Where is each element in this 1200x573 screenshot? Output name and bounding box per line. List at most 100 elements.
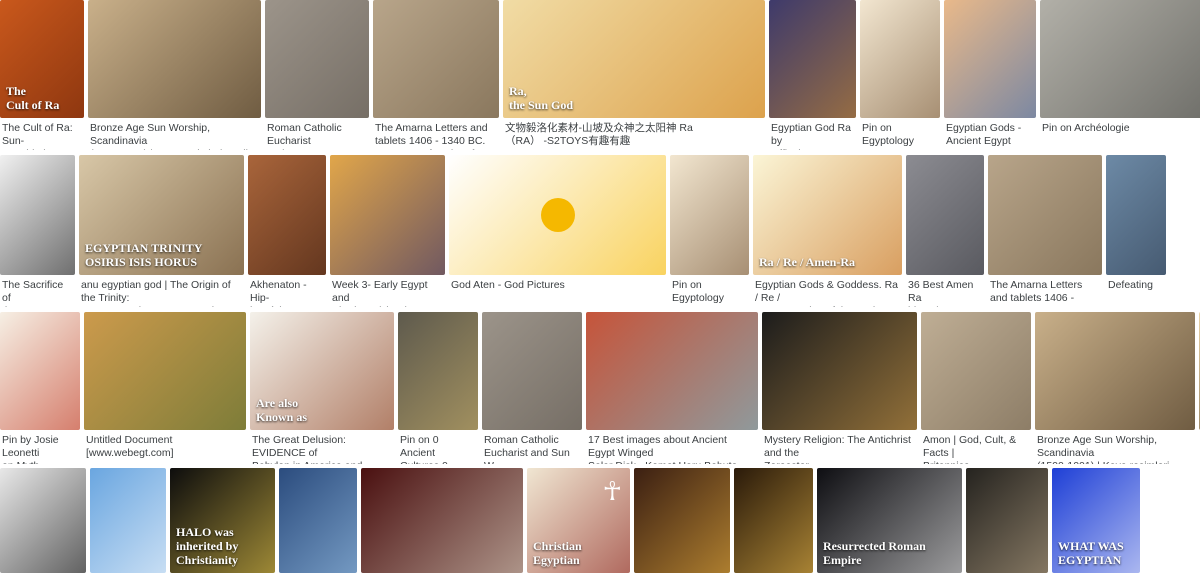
thumbnail-image[interactable] <box>398 312 478 430</box>
result-card-god-aten[interactable]: God Aten - God Pictures <box>449 155 666 307</box>
thumbnail-image[interactable]: HALO was inherited by Christianity <box>170 468 275 573</box>
result-caption[interactable]: Egyptian Gods & Goddess. Ra / Re /Amen-R… <box>755 279 898 307</box>
result-card-bronze-age-sun-worship-2[interactable]: Bronze Age Sun Worship, Scandinavia(1500… <box>1035 312 1195 464</box>
result-card-amarna-letters[interactable]: The Amarna Letters and tablets 1406 - 13… <box>373 0 499 150</box>
result-caption[interactable]: Egyptian Gods - Ancient Egypt <box>946 122 1032 148</box>
result-caption[interactable]: Roman Catholic Eucharistand Sun Wo... <box>267 122 365 150</box>
thumbnail-image[interactable] <box>762 312 917 430</box>
result-card-mystery-religion[interactable]: Mystery Religion: The Antichrist and the… <box>762 312 917 464</box>
result-caption[interactable]: Roman CatholicEucharist and Sun W... <box>484 434 578 464</box>
result-card-pin-on-egyptology-2[interactable]: Pin on Egyptology <box>670 155 749 307</box>
result-card-monstrance-2[interactable] <box>734 468 813 573</box>
result-card-roman-catholic-eucharist-2[interactable]: Roman CatholicEucharist and Sun W... <box>482 312 582 464</box>
result-card-egyptian-god-ra[interactable]: Egyptian God Ra byOfficalROTP, P... <box>769 0 856 150</box>
result-card-resurrected-roman-empire[interactable]: Resurrected Roman Empire <box>817 468 962 573</box>
thumbnail-image[interactable] <box>1040 0 1200 118</box>
result-caption[interactable]: The Amarna Letters and tablets 1406 - 13… <box>990 279 1098 307</box>
result-card-christian-egyptian[interactable]: ☥ Christian Egyptian <box>527 468 630 573</box>
thumbnail-image[interactable] <box>906 155 984 275</box>
result-caption[interactable]: Pin on 0 AncientCultures 0 <box>400 434 474 464</box>
result-card-pin-on-egyptology-1[interactable]: Pin on Egyptology <box>860 0 940 150</box>
thumbnail-image[interactable] <box>1035 312 1195 430</box>
result-card-egyptian-gods-ancient[interactable]: Egyptian Gods - Ancient Egypt <box>944 0 1036 150</box>
thumbnail-image[interactable] <box>330 155 445 275</box>
result-card-halo-inherited[interactable]: HALO was inherited by Christianity <box>170 468 275 573</box>
result-card-amon-god-cult[interactable]: Amon | God, Cult, & Facts |Britannica <box>921 312 1031 464</box>
thumbnail-image[interactable] <box>634 468 730 573</box>
thumbnail-image[interactable] <box>0 312 80 430</box>
result-card-great-delusion[interactable]: Are also Known as The Great Delusion: EVI… <box>250 312 394 464</box>
result-caption[interactable]: Pin on Egyptology <box>672 279 745 305</box>
thumbnail-image[interactable] <box>248 155 326 275</box>
thumbnail-image[interactable] <box>1106 155 1166 275</box>
thumbnail-image[interactable] <box>966 468 1048 573</box>
result-card-sacrifice-of-mass[interactable]: The Sacrifice ofthe Mass <box>0 155 75 307</box>
thumbnail-image[interactable] <box>0 468 86 573</box>
thumbnail-image[interactable] <box>988 155 1102 275</box>
thumbnail-image[interactable] <box>734 468 813 573</box>
result-card-amen-ra-ideas[interactable]: 36 Best Amen Raideas | amen ra... <box>906 155 984 307</box>
result-card-akhenaton[interactable]: Akhenaton - Hip-hop à l'Ins... <box>248 155 326 307</box>
result-caption[interactable]: The Sacrifice ofthe Mass <box>2 279 71 307</box>
result-caption[interactable]: The Amarna Letters and tablets 1406 - 13… <box>375 122 495 150</box>
result-caption[interactable]: Amon | God, Cult, & Facts |Britannica <box>923 434 1027 464</box>
thumbnail-image[interactable] <box>90 468 166 573</box>
result-caption[interactable]: The Cult of Ra: Sun-Worship in Ancie... <box>2 122 80 150</box>
thumbnail-image[interactable] <box>265 0 369 118</box>
thumbnail-image[interactable] <box>921 312 1031 430</box>
result-card-amarna-letters-2[interactable]: The Amarna Letters and tablets 1406 - 13… <box>988 155 1102 307</box>
result-caption[interactable]: 文物毅洛化素材-山坡及众神之太阳神 Ra （RA） -S2TOYS有趣有趣 <box>505 122 761 148</box>
result-card-monstrance-1[interactable] <box>634 468 730 573</box>
result-card-sun-disc-mary[interactable] <box>361 468 523 573</box>
result-card-bronze-age-sun-worship[interactable]: Bronze Age Sun Worship, Scandinavia(1500… <box>88 0 261 150</box>
result-caption[interactable]: Akhenaton - Hip-hop à l'Ins... <box>250 279 322 307</box>
result-caption[interactable]: Untitled Document [www.webegt.com] <box>86 434 242 460</box>
result-caption[interactable]: Bronze Age Sun Worship, Scandinavia(1500… <box>90 122 257 150</box>
thumbnail-image[interactable]: Are also Known as <box>250 312 394 430</box>
thumbnail-image[interactable] <box>373 0 499 118</box>
result-caption[interactable]: Pin by Josie Leonettion Myth... <box>2 434 76 464</box>
result-card-what-was-egyptian[interactable]: WHAT WAS EGYPTIAN <box>1052 468 1140 573</box>
result-card-blue-pharaoh[interactable] <box>90 468 166 573</box>
result-card-ancient-cultures[interactable]: Pin on 0 AncientCultures 0 <box>398 312 478 464</box>
thumbnail-image[interactable] <box>88 0 261 118</box>
result-card-winged-solar-disk[interactable]: 17 Best images about Ancient Egypt Winge… <box>586 312 758 464</box>
thumbnail-image[interactable] <box>449 155 666 275</box>
result-card-ra-sun-god[interactable]: Ra, the Sun God 文物毅洛化素材-山坡及众神之太阳神 Ra （RA） … <box>503 0 765 150</box>
result-card-ra-amen-ra[interactable]: Ra / Re / Amen-Ra Egyptian Gods & Goddess… <box>753 155 902 307</box>
thumbnail-image[interactable]: EGYPTIAN TRINITY OSIRIS ISIS HORUS <box>79 155 244 275</box>
result-card-blue-warrior[interactable] <box>279 468 357 573</box>
result-card-pin-on-archeologie[interactable]: Pin on Archéologie <box>1040 0 1200 150</box>
result-caption[interactable]: 17 Best images about Ancient Egypt Winge… <box>588 434 754 464</box>
result-caption[interactable]: God Aten - God Pictures <box>451 279 662 292</box>
thumbnail-image[interactable] <box>482 312 582 430</box>
result-caption[interactable]: Mystery Religion: The Antichrist and the… <box>764 434 913 464</box>
thumbnail-image[interactable] <box>361 468 523 573</box>
result-caption[interactable]: Defeating <box>1108 279 1162 292</box>
result-caption[interactable]: Egyptian God Ra byOfficalROTP, P... <box>771 122 852 150</box>
result-caption[interactable]: anu egyptian god | The Origin of the Tri… <box>81 279 240 307</box>
result-card-defeating[interactable]: Defeating <box>1106 155 1166 307</box>
thumbnail-image[interactable] <box>944 0 1036 118</box>
thumbnail-image[interactable]: ☥ Christian Egyptian <box>527 468 630 573</box>
result-card-egyptian-trinity[interactable]: EGYPTIAN TRINITY OSIRIS ISIS HORUS anu eg… <box>79 155 244 307</box>
result-card-untitled-document[interactable]: Untitled Document [www.webegt.com] <box>84 312 246 464</box>
thumbnail-image[interactable]: Resurrected Roman Empire <box>817 468 962 573</box>
thumbnail-image[interactable]: Ra / Re / Amen-Ra <box>753 155 902 275</box>
thumbnail-image[interactable]: Ra, the Sun God <box>503 0 765 118</box>
thumbnail-image[interactable] <box>769 0 856 118</box>
result-card-woodcut[interactable] <box>0 468 86 573</box>
result-caption[interactable]: Week 3- Early Egypt andAbraham (class) -… <box>332 279 441 307</box>
result-card-week-3-early-egypt[interactable]: Week 3- Early Egypt andAbraham (class) -… <box>330 155 445 307</box>
result-caption[interactable]: Bronze Age Sun Worship, Scandinavia(1500… <box>1037 434 1191 464</box>
thumbnail-image[interactable] <box>279 468 357 573</box>
thumbnail-image[interactable] <box>586 312 758 430</box>
thumbnail-image[interactable] <box>670 155 749 275</box>
thumbnail-image[interactable]: The Cult of Ra <box>0 0 84 118</box>
result-card-dark-corridor[interactable] <box>966 468 1048 573</box>
result-caption[interactable]: The Great Delusion: EVIDENCE ofBabylon i… <box>252 434 390 464</box>
result-caption[interactable]: Pin on Egyptology <box>862 122 936 148</box>
thumbnail-image[interactable] <box>84 312 246 430</box>
thumbnail-image[interactable] <box>860 0 940 118</box>
thumbnail-image[interactable] <box>0 155 75 275</box>
